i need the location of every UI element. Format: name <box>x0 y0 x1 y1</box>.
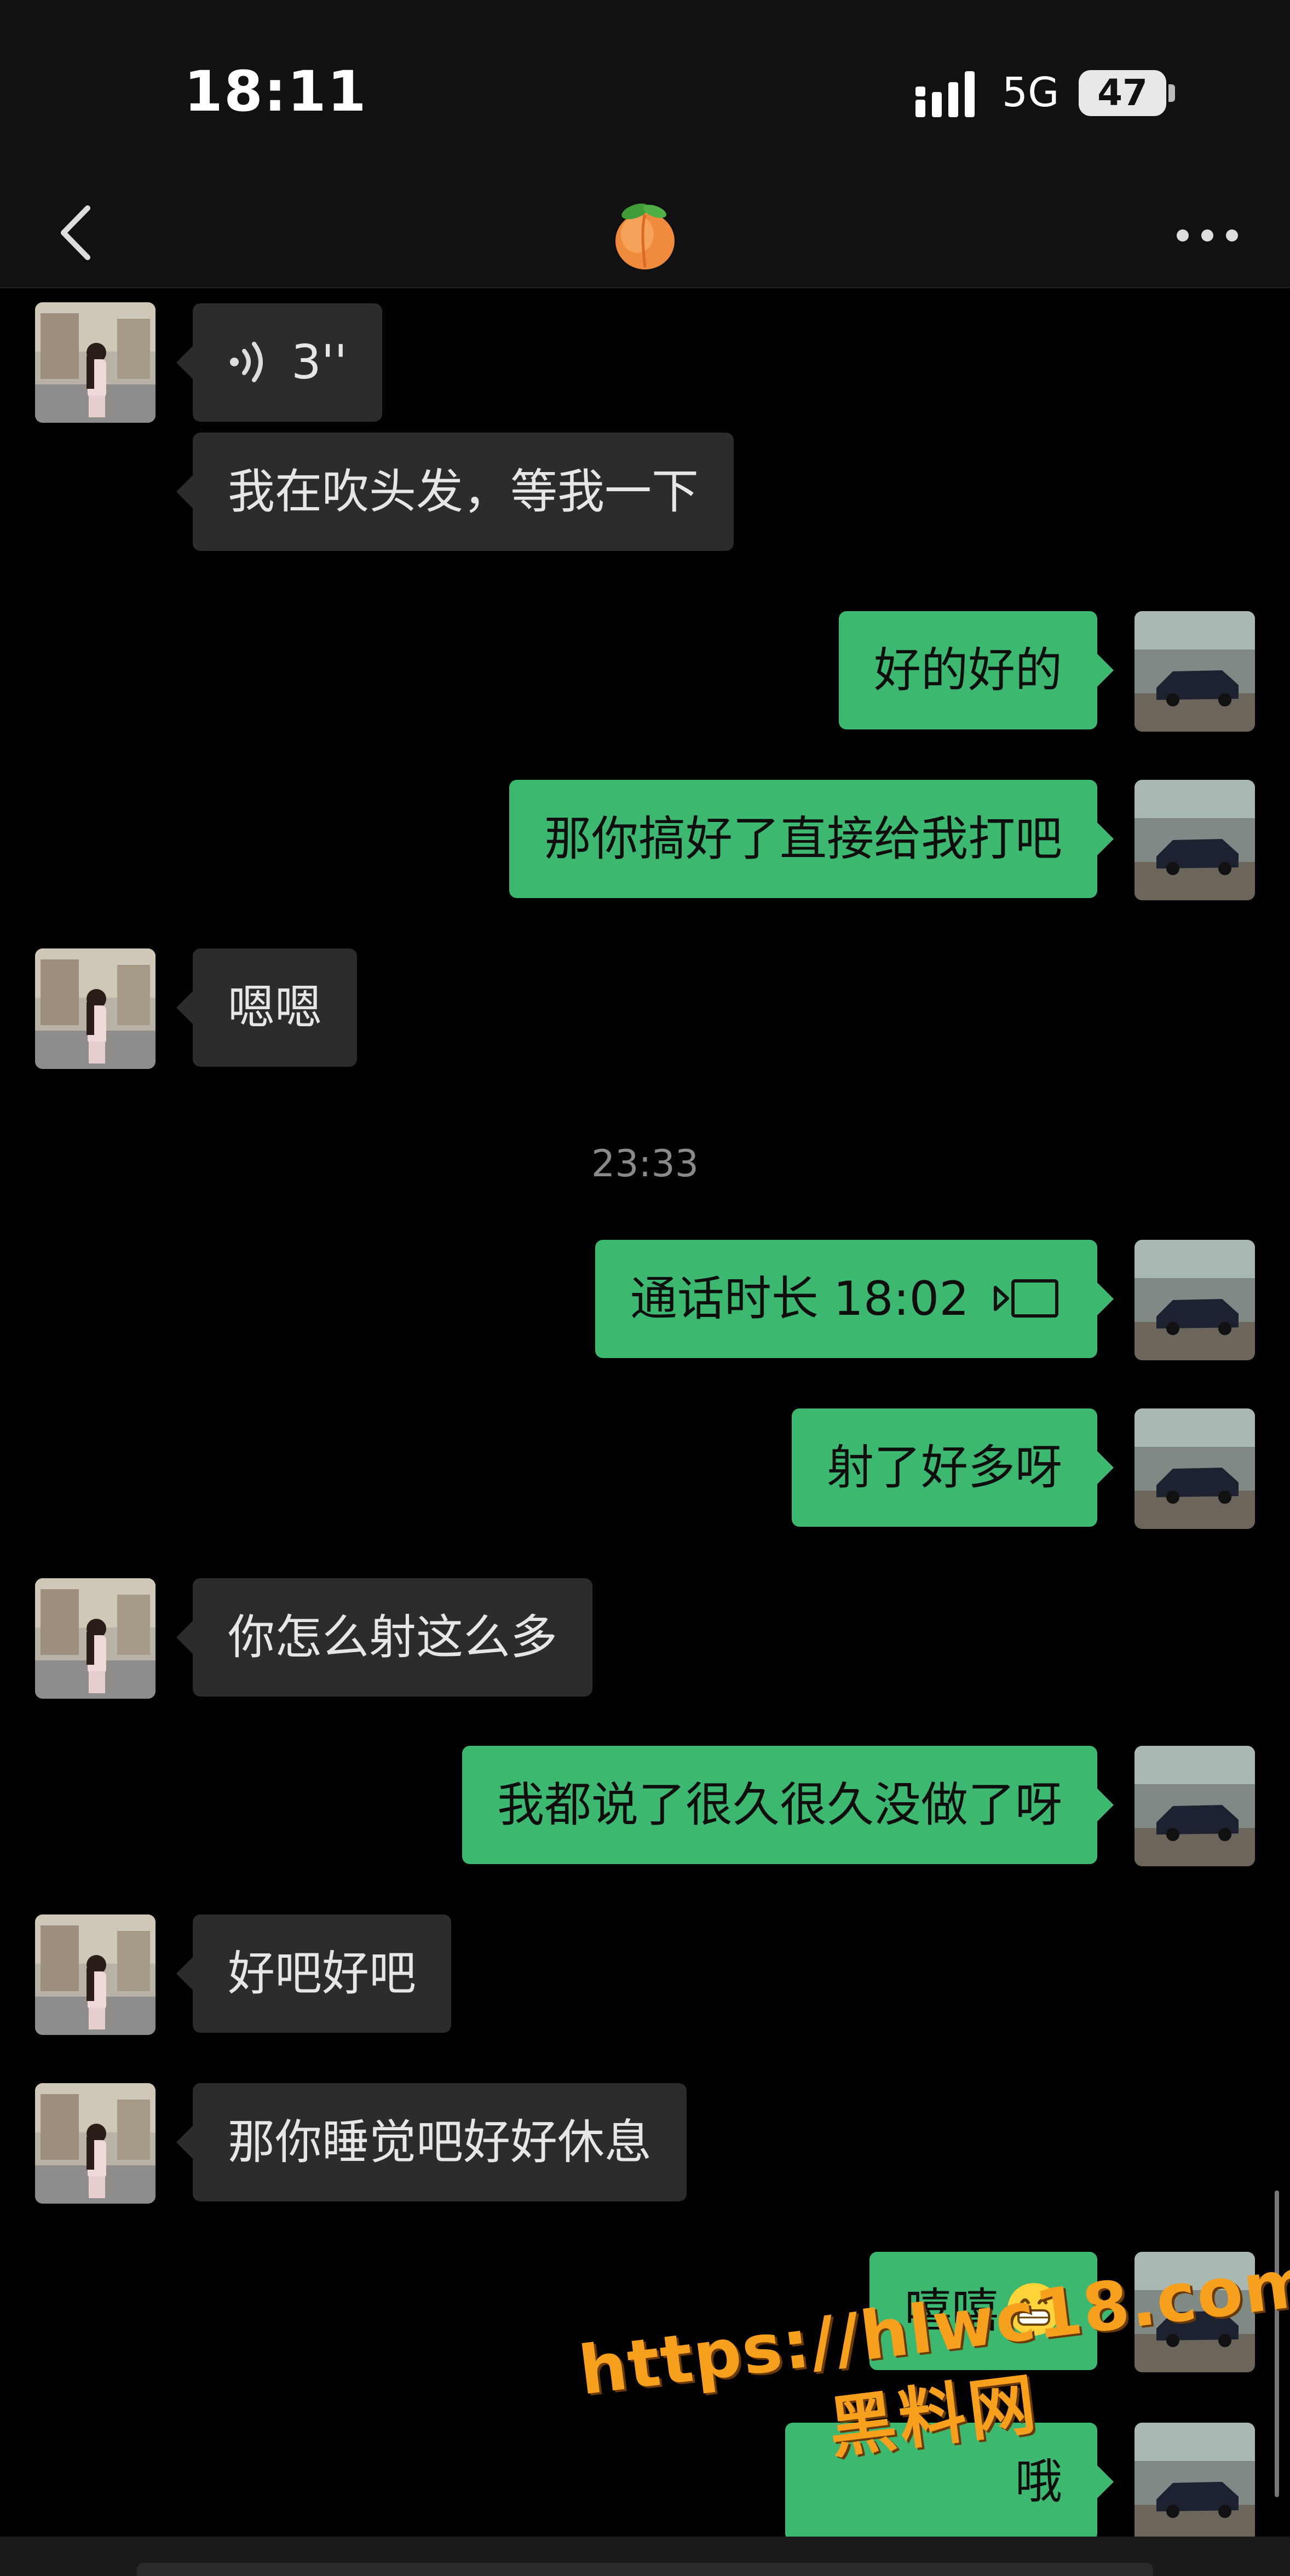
message-incoming: 嗯嗯 <box>0 948 1290 1069</box>
message-bubble[interactable]: 嗯嗯 <box>176 948 357 1067</box>
contact-avatar[interactable] <box>35 2083 156 2204</box>
voice-message-bubble[interactable]: 3'' <box>176 303 382 422</box>
status-time: 18:11 <box>184 59 367 124</box>
user-avatar[interactable] <box>1134 780 1255 900</box>
peach-icon <box>615 203 675 269</box>
call-duration-text: 通话时长 18:02 <box>630 1272 969 1326</box>
message-bubble[interactable]: 我都说了很久很久没做了呀 <box>462 1746 1114 1864</box>
chevron-left-icon[interactable] <box>44 197 110 268</box>
message-outgoing: 我都说了很久很久没做了呀 <box>0 1746 1290 1866</box>
message-bubble[interactable]: 好吧好吧 <box>176 1914 451 2033</box>
message-incoming: 3'' <box>0 302 1290 423</box>
contact-avatar[interactable] <box>35 1578 156 1699</box>
message-incoming: 好吧好吧 <box>0 1914 1290 2035</box>
voice-duration: 3'' <box>291 335 347 390</box>
chat-header <box>0 181 1290 288</box>
message-outgoing: 射了好多呀 <box>0 1408 1290 1529</box>
message-outgoing: 那你搞好了直接给我打吧 <box>0 780 1290 900</box>
battery-icon: 47 <box>1079 70 1166 116</box>
user-avatar[interactable] <box>1134 1408 1255 1529</box>
message-bubble[interactable]: 那你搞好了直接给我打吧 <box>509 780 1114 898</box>
call-record-bubble[interactable]: 通话时长 18:02 <box>595 1240 1114 1358</box>
timestamp-divider: 23:33 <box>591 1142 699 1186</box>
input-field-edge[interactable] <box>137 2563 1153 2576</box>
message-bubble[interactable]: 射了好多呀 <box>792 1408 1114 1527</box>
message-bubble[interactable]: 你怎么射这么多 <box>176 1578 592 1697</box>
message-incoming: 我在吹头发，等我一下 <box>0 433 1290 553</box>
signal-icon <box>915 71 975 117</box>
video-call-icon <box>994 1279 1058 1318</box>
status-bar: 18:11 5G 47 <box>0 0 1290 181</box>
message-bubble[interactable]: 我在吹头发，等我一下 <box>176 433 734 551</box>
contact-avatar[interactable] <box>35 1914 156 2035</box>
message-outgoing: 通话时长 18:02 <box>0 1240 1290 1360</box>
message-incoming: 那你睡觉吧好好休息 <box>0 2083 1290 2204</box>
user-avatar[interactable] <box>1134 2423 1255 2543</box>
contact-avatar[interactable] <box>35 948 156 1069</box>
user-avatar[interactable] <box>1134 1240 1255 1360</box>
contact-avatar[interactable] <box>35 302 156 423</box>
message-incoming: 你怎么射这么多 <box>0 1578 1290 1699</box>
chat-area[interactable]: 3'' 我在吹头发，等我一下 好的好的 那你搞好了直接给我打吧 嗯嗯 23:33… <box>0 289 1290 2576</box>
message-bubble[interactable]: 那你睡觉吧好好休息 <box>176 2083 687 2201</box>
voice-icon <box>230 341 263 382</box>
message-outgoing: 好的好的 <box>0 611 1290 732</box>
user-avatar[interactable] <box>1134 611 1255 732</box>
user-avatar[interactable] <box>1134 1746 1255 1866</box>
battery-tip <box>1168 84 1175 102</box>
message-text: 哦 <box>1015 2454 1062 2509</box>
more-icon[interactable] <box>1166 208 1248 263</box>
message-bubble[interactable]: 好的好的 <box>839 611 1114 729</box>
network-label: 5G <box>1002 69 1059 116</box>
